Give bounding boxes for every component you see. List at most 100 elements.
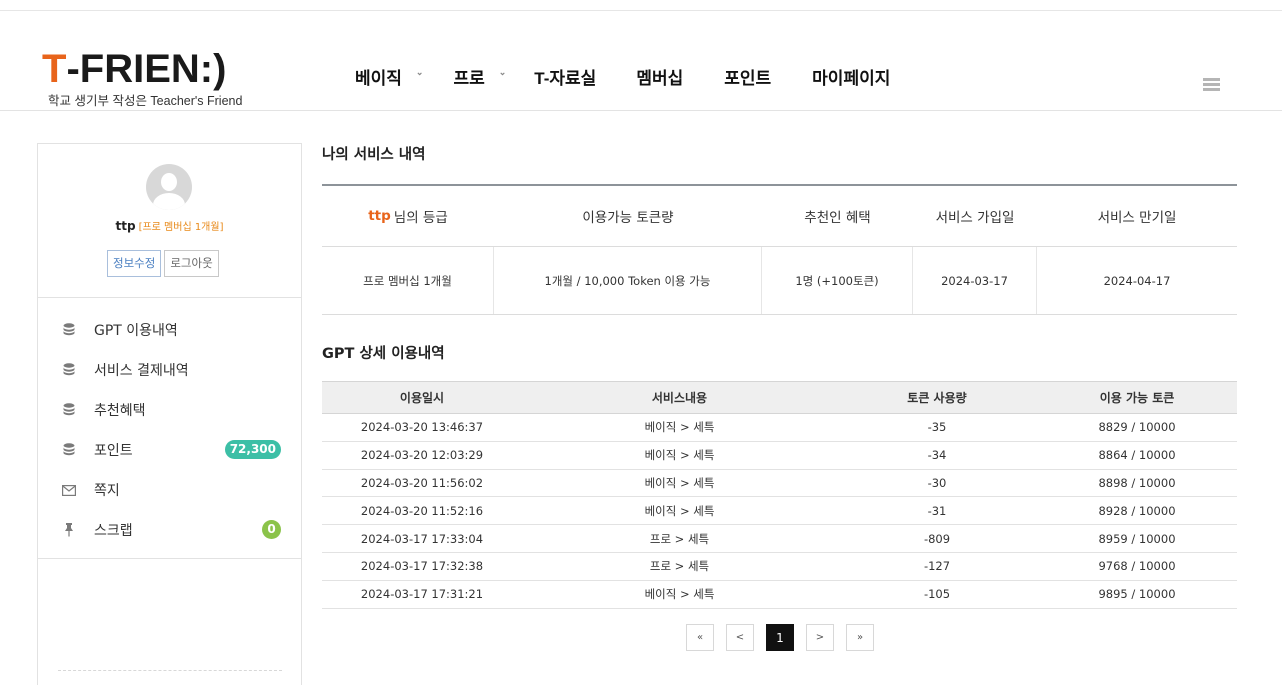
nav-basic-label: 베이직 <box>355 69 402 88</box>
sidebar-item-payments[interactable]: 서비스 결제내역 <box>38 350 301 390</box>
gpt-section-title: GPT 상세 이용내역 <box>322 346 445 362</box>
scrap-badge: 0 <box>262 520 281 539</box>
hamburger-icon[interactable] <box>1203 78 1220 91</box>
logo-wordmark: T -FRIEN:) <box>42 47 272 91</box>
cell-datetime: 2024-03-17 17:32:38 <box>360 559 484 574</box>
header-grade-suffix: 님의 등급 <box>393 210 448 226</box>
nav-points-label: 포인트 <box>724 69 772 88</box>
cell-service: 베이직 > 세특 <box>644 420 715 435</box>
sidebar-item-label: GPT 이용내역 <box>94 323 178 339</box>
cell-tokens-used: -34 <box>927 448 947 463</box>
nav-membership-label: 멤버십 <box>636 69 684 88</box>
cell-service: 프로 > 세특 <box>649 531 710 546</box>
table-row: 2024-03-17 17:31:21 베이직 > 세특 -105 9895 /… <box>322 581 1237 609</box>
cell-tokens-used: -809 <box>923 531 951 546</box>
profile-card: ttp [프로 멤버십 1개월] 정보수정 로그아웃 <box>38 144 301 298</box>
cell-referral: 1명 (+100토큰) <box>762 247 913 314</box>
service-table-row: 프로 멤버십 1개월 1개월 / 10,000 Token 이용 가능 1명 (… <box>322 247 1237 315</box>
sidebar-item-label: 포인트 <box>94 443 133 459</box>
page-1-button[interactable]: 1 <box>766 624 794 651</box>
profile-buttons: 정보수정 로그아웃 <box>107 250 222 277</box>
cell-tokens-available: 9768 / 10000 <box>1098 559 1176 574</box>
cell-tokens: 1개월 / 10,000 Token 이용 가능 <box>494 247 762 314</box>
sidebar-item-gpt-history[interactable]: GPT 이용내역 <box>38 310 301 350</box>
pagination: « < 1 > » <box>686 624 886 651</box>
cell-tokens-used: -105 <box>923 587 951 602</box>
envelope-icon <box>62 483 76 497</box>
nav-mypage[interactable]: 마이페이지 <box>812 64 890 89</box>
cell-join-date: 2024-03-17 <box>913 247 1037 314</box>
cell-service: 베이직 > 세특 <box>644 503 715 518</box>
site-logo[interactable]: T -FRIEN:) 학교 생기부 작성은 Teacher's Friend <box>42 47 272 111</box>
database-icon <box>62 323 76 337</box>
sidebar-item-scrap[interactable]: 스크랩 0 <box>38 510 301 550</box>
logout-button[interactable]: 로그아웃 <box>164 250 219 277</box>
sidebar-item-referral[interactable]: 추천혜택 <box>38 390 301 430</box>
nav-basic[interactable]: 베이직 ⌄ <box>355 64 423 89</box>
user-id: ttp <box>115 219 136 233</box>
sidebar: ttp [프로 멤버십 1개월] 정보수정 로그아웃 GPT 이용내역 서비스 결… <box>37 143 302 685</box>
nav-pro-label: 프로 <box>453 69 485 88</box>
cell-tokens-used: -35 <box>927 420 947 435</box>
sidebar-item-label: 추천혜택 <box>94 403 146 419</box>
table-row: 2024-03-20 11:56:02 베이직 > 세특 -30 8898 / … <box>322 470 1237 498</box>
logo-rest: -FRIEN:) <box>66 47 227 91</box>
cell-datetime: 2024-03-17 17:31:21 <box>360 587 484 602</box>
service-section-title: 나의 서비스 내역 <box>322 147 426 163</box>
chevron-down-icon: ⌄ <box>415 67 424 77</box>
sidebar-dashed-divider <box>58 670 282 671</box>
cell-tokens-used: -127 <box>923 559 951 574</box>
cell-service: 프로 > 세특 <box>649 559 710 574</box>
next-page-button[interactable]: > <box>806 624 834 651</box>
header-tokens: 이용가능 토큰량 <box>582 210 674 226</box>
cell-grade: 프로 멤버십 1개월 <box>322 247 494 314</box>
prev-page-button[interactable]: < <box>726 624 754 651</box>
sidebar-item-label: 스크랩 <box>94 523 133 539</box>
logo-tagline: 학교 생기부 작성은 Teacher's Friend <box>48 94 243 108</box>
nav-membership[interactable]: 멤버십 <box>636 64 683 89</box>
nav-resources[interactable]: T-자료실 <box>534 64 596 89</box>
database-icon <box>62 403 76 417</box>
nav-resources-label: T-자료실 <box>534 69 597 88</box>
main-nav: 베이직 ⌄ 프로 ⌄ T-자료실 멤버십 포인트 마이페이지 <box>355 64 890 89</box>
column-header: 이용 가능 토큰 <box>1099 391 1175 405</box>
cell-tokens-available: 8898 / 10000 <box>1098 475 1176 490</box>
logo-t: T <box>42 47 67 91</box>
column-header: 이용일시 <box>399 391 445 405</box>
first-page-button[interactable]: « <box>686 624 714 651</box>
nav-pro[interactable]: 프로 ⌄ <box>453 64 506 89</box>
header-expire-date: 서비스 만기일 <box>1097 210 1177 226</box>
cell-datetime: 2024-03-17 17:33:04 <box>360 531 484 546</box>
gpt-table-header: 이용일시 서비스내용 토큰 사용량 이용 가능 토큰 <box>322 382 1237 414</box>
cell-service: 베이직 > 세특 <box>644 448 715 463</box>
table-row: 2024-03-20 12:03:29 베이직 > 세특 -34 8864 / … <box>322 442 1237 470</box>
table-row: 2024-03-17 17:33:04 프로 > 세특 -809 8959 / … <box>322 525 1237 553</box>
cell-tokens-available: 8928 / 10000 <box>1098 503 1176 518</box>
last-page-button[interactable]: » <box>846 624 874 651</box>
database-icon <box>62 443 76 457</box>
edit-profile-button[interactable]: 정보수정 <box>107 250 162 277</box>
pin-icon <box>62 523 76 537</box>
cell-datetime: 2024-03-20 13:46:37 <box>360 420 484 435</box>
cell-tokens-available: 9895 / 10000 <box>1098 587 1176 602</box>
header-grade-user: ttp <box>368 208 391 224</box>
sidebar-item-points[interactable]: 포인트 72,300 <box>38 430 301 470</box>
cell-datetime: 2024-03-20 12:03:29 <box>360 448 484 463</box>
profile-name: ttp [프로 멤버십 1개월] <box>38 218 301 233</box>
sidebar-divider <box>38 558 301 559</box>
cell-expire-date: 2024-04-17 <box>1103 273 1171 288</box>
cell-tokens-available: 8829 / 10000 <box>1098 420 1176 435</box>
service-table-header: ttp 님의 등급 이용가능 토큰량 추천인 혜택 서비스 가입일 서비스 만기일 <box>322 186 1237 247</box>
chevron-down-icon: ⌄ <box>498 67 507 77</box>
database-icon <box>62 363 76 377</box>
sidebar-item-label: 서비스 결제내역 <box>94 363 189 379</box>
cell-tokens-available: 8864 / 10000 <box>1098 448 1176 463</box>
avatar <box>146 164 192 210</box>
points-badge: 72,300 <box>224 440 281 459</box>
table-row: 2024-03-20 13:46:37 베이직 > 세특 -35 8829 / … <box>322 414 1237 442</box>
cell-tokens-available: 8959 / 10000 <box>1098 531 1176 546</box>
sidebar-item-messages[interactable]: 쪽지 <box>38 470 301 510</box>
nav-points[interactable]: 포인트 <box>724 64 771 89</box>
cell-tokens-used: -31 <box>927 503 947 518</box>
cell-service: 베이직 > 세특 <box>644 587 715 602</box>
